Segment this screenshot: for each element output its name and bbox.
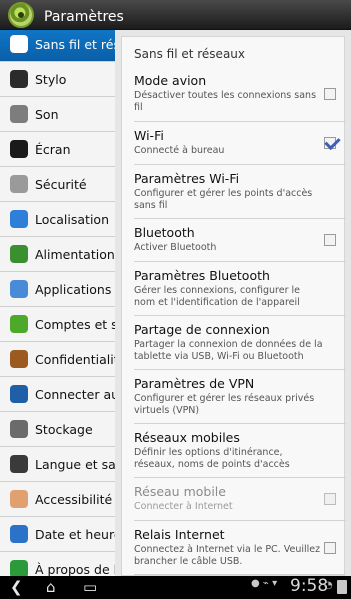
setting-title: Paramètres Wi-Fi bbox=[134, 171, 240, 186]
back-icon[interactable]: ❮ bbox=[10, 578, 23, 596]
settings-sidebar: Sans fil et rés Stylo Son Écran Sécurité Loca… bbox=[0, 30, 115, 576]
sidebar-item-label: Accessibilité bbox=[35, 491, 113, 507]
sidebar-item-label: Langue et sais bbox=[35, 456, 115, 472]
sidebar-item-0[interactable]: Sans fil et rés bbox=[0, 30, 115, 62]
page-title: Paramètres bbox=[44, 9, 124, 25]
setting-subtitle: Connecté à bureau bbox=[134, 145, 225, 156]
lock-icon bbox=[10, 175, 28, 193]
setting-checkbox[interactable] bbox=[324, 137, 336, 149]
sidebar-item-15[interactable]: À propos de la bbox=[0, 552, 115, 576]
sidebar-item-10[interactable]: Connecter au bbox=[0, 377, 115, 412]
sidebar-item-12[interactable]: Langue et sais bbox=[0, 447, 115, 482]
settings-app-icon bbox=[8, 2, 34, 28]
pc-connect-icon bbox=[10, 385, 28, 403]
sync-icon bbox=[10, 315, 28, 333]
sidebar-item-label: Applications bbox=[35, 281, 112, 297]
section-title: Sans fil et réseaux bbox=[134, 47, 245, 61]
home-icon[interactable]: ⌂ bbox=[46, 578, 56, 596]
sidebar-item-label: Écran bbox=[35, 141, 71, 157]
system-navigation-bar: ❮ ⌂ ▭ ● ⌁ ▾ 9:58 ◔ bbox=[0, 576, 351, 599]
sidebar-item-4[interactable]: Sécurité bbox=[0, 167, 115, 202]
setting-row[interactable]: Paramètres de VPN Configurer et gérer les… bbox=[134, 370, 346, 424]
setting-title: Paramètres de VPN bbox=[134, 376, 255, 391]
sidebar-item-3[interactable]: Écran bbox=[0, 132, 115, 167]
wifi-status-icon: ◔ bbox=[324, 580, 333, 591]
setting-row[interactable]: Relais Internet Connectez à Internet via … bbox=[134, 521, 346, 575]
setting-checkbox[interactable] bbox=[324, 541, 336, 554]
sidebar-item-label: Sans fil et rés bbox=[35, 36, 115, 52]
sidebar-item-2[interactable]: Son bbox=[0, 97, 115, 132]
setting-subtitle: Désactiver toutes les connexions sans fi… bbox=[134, 90, 317, 113]
setting-title: Wi-Fi bbox=[134, 128, 164, 143]
setting-title: Partage de connexion bbox=[134, 322, 270, 337]
screen-icon bbox=[10, 140, 28, 158]
recent-apps-icon[interactable]: ▭ bbox=[83, 578, 97, 596]
status-clock: 9:58 bbox=[290, 576, 329, 596]
sidebar-item-label: À propos de la bbox=[35, 561, 115, 577]
sound-icon bbox=[10, 105, 28, 123]
stylus-icon bbox=[10, 70, 28, 88]
sidebar-item-label: Stockage bbox=[35, 421, 93, 437]
setting-subtitle: Connecter à Internet bbox=[134, 501, 233, 512]
sidebar-item-1[interactable]: Stylo bbox=[0, 62, 115, 97]
sidebar-item-9[interactable]: Confidentialité bbox=[0, 342, 115, 377]
sidebar-item-6[interactable]: Alimentation bbox=[0, 237, 115, 272]
storage-icon bbox=[10, 420, 28, 438]
setting-subtitle: Partager la connexion de données de la t… bbox=[134, 339, 323, 362]
setting-row[interactable]: Mode avion Désactiver toutes les connexio… bbox=[134, 67, 346, 122]
sidebar-item-11[interactable]: Stockage bbox=[0, 412, 115, 447]
setting-subtitle: Configurer et gérer les points d'accès s… bbox=[134, 188, 313, 211]
sidebar-item-label: Localisation bbox=[35, 211, 109, 227]
sidebar-item-8[interactable]: Comptes et sy bbox=[0, 307, 115, 342]
sidebar-item-label: Confidentialité bbox=[35, 351, 115, 367]
wireless-icon bbox=[10, 35, 28, 53]
setting-checkbox bbox=[324, 493, 336, 505]
setting-subtitle: Gérer les connexions, configurer le nom … bbox=[134, 285, 301, 308]
setting-subtitle: Activer Bluetooth bbox=[134, 242, 217, 253]
sidebar-item-label: Alimentation bbox=[35, 246, 115, 262]
sidebar-item-label: Stylo bbox=[35, 71, 67, 87]
sidebar-item-7[interactable]: Applications bbox=[0, 272, 115, 307]
status-icons: ● ⌁ ▾ bbox=[251, 578, 278, 589]
setting-subtitle: Configurer et gérer les réseaux privés v… bbox=[134, 393, 315, 416]
settings-main-panel: Sans fil et réseaux Mode avion Désactiver… bbox=[115, 30, 351, 576]
sidebar-item-label: Son bbox=[35, 106, 59, 122]
clock-globe-icon bbox=[10, 525, 28, 543]
action-bar: Paramètres bbox=[0, 0, 351, 30]
setting-checkbox[interactable] bbox=[324, 88, 336, 100]
setting-row[interactable]: Réseaux mobiles Définir les options d'iti… bbox=[134, 424, 346, 478]
setting-title: Mode avion bbox=[134, 73, 207, 88]
setting-row[interactable]: Paramètres Wi-Fi Configurer et gérer les … bbox=[134, 165, 346, 219]
setting-row[interactable]: Partage de connexion Partager la connexio… bbox=[134, 316, 346, 370]
setting-title: Réseaux mobiles bbox=[134, 430, 240, 445]
setting-title: Bluetooth bbox=[134, 225, 195, 240]
sidebar-item-5[interactable]: Localisation bbox=[0, 202, 115, 237]
setting-row[interactable]: Wi-Fi Connecté à bureau bbox=[134, 122, 346, 165]
setting-row[interactable]: Bluetooth Activer Bluetooth bbox=[134, 219, 346, 262]
sidebar-item-14[interactable]: Date et heure bbox=[0, 517, 115, 552]
sidebar-item-label: Comptes et sy bbox=[35, 316, 115, 332]
sidebar-item-label: Connecter au bbox=[35, 386, 115, 402]
battery-icon bbox=[10, 245, 28, 263]
setting-subtitle: Définir les options d'itinérance, réseau… bbox=[134, 447, 290, 470]
setting-title: Réseau mobile bbox=[134, 484, 226, 499]
battery-status-icon bbox=[337, 580, 347, 594]
setting-checkbox[interactable] bbox=[324, 234, 336, 246]
sidebar-item-label: Sécurité bbox=[35, 176, 87, 192]
settings-list: Mode avion Désactiver toutes les connexio… bbox=[134, 67, 346, 575]
setting-title: Relais Internet bbox=[134, 527, 225, 542]
language-icon bbox=[10, 455, 28, 473]
settings-card: Sans fil et réseaux Mode avion Désactiver… bbox=[121, 36, 346, 576]
privacy-icon bbox=[10, 350, 28, 368]
sidebar-item-label: Date et heure bbox=[35, 526, 115, 542]
setting-subtitle: Connectez à Internet via le PC. Veuillez… bbox=[134, 544, 321, 567]
hand-icon bbox=[10, 490, 28, 508]
setting-row: Réseau mobile Connecter à Internet bbox=[134, 478, 346, 521]
apps-icon bbox=[10, 280, 28, 298]
setting-row[interactable]: Paramètres Bluetooth Gérer les connexions… bbox=[134, 262, 346, 316]
info-icon bbox=[10, 560, 28, 576]
setting-title: Paramètres Bluetooth bbox=[134, 268, 270, 283]
location-icon bbox=[10, 210, 28, 228]
sidebar-item-13[interactable]: Accessibilité bbox=[0, 482, 115, 517]
